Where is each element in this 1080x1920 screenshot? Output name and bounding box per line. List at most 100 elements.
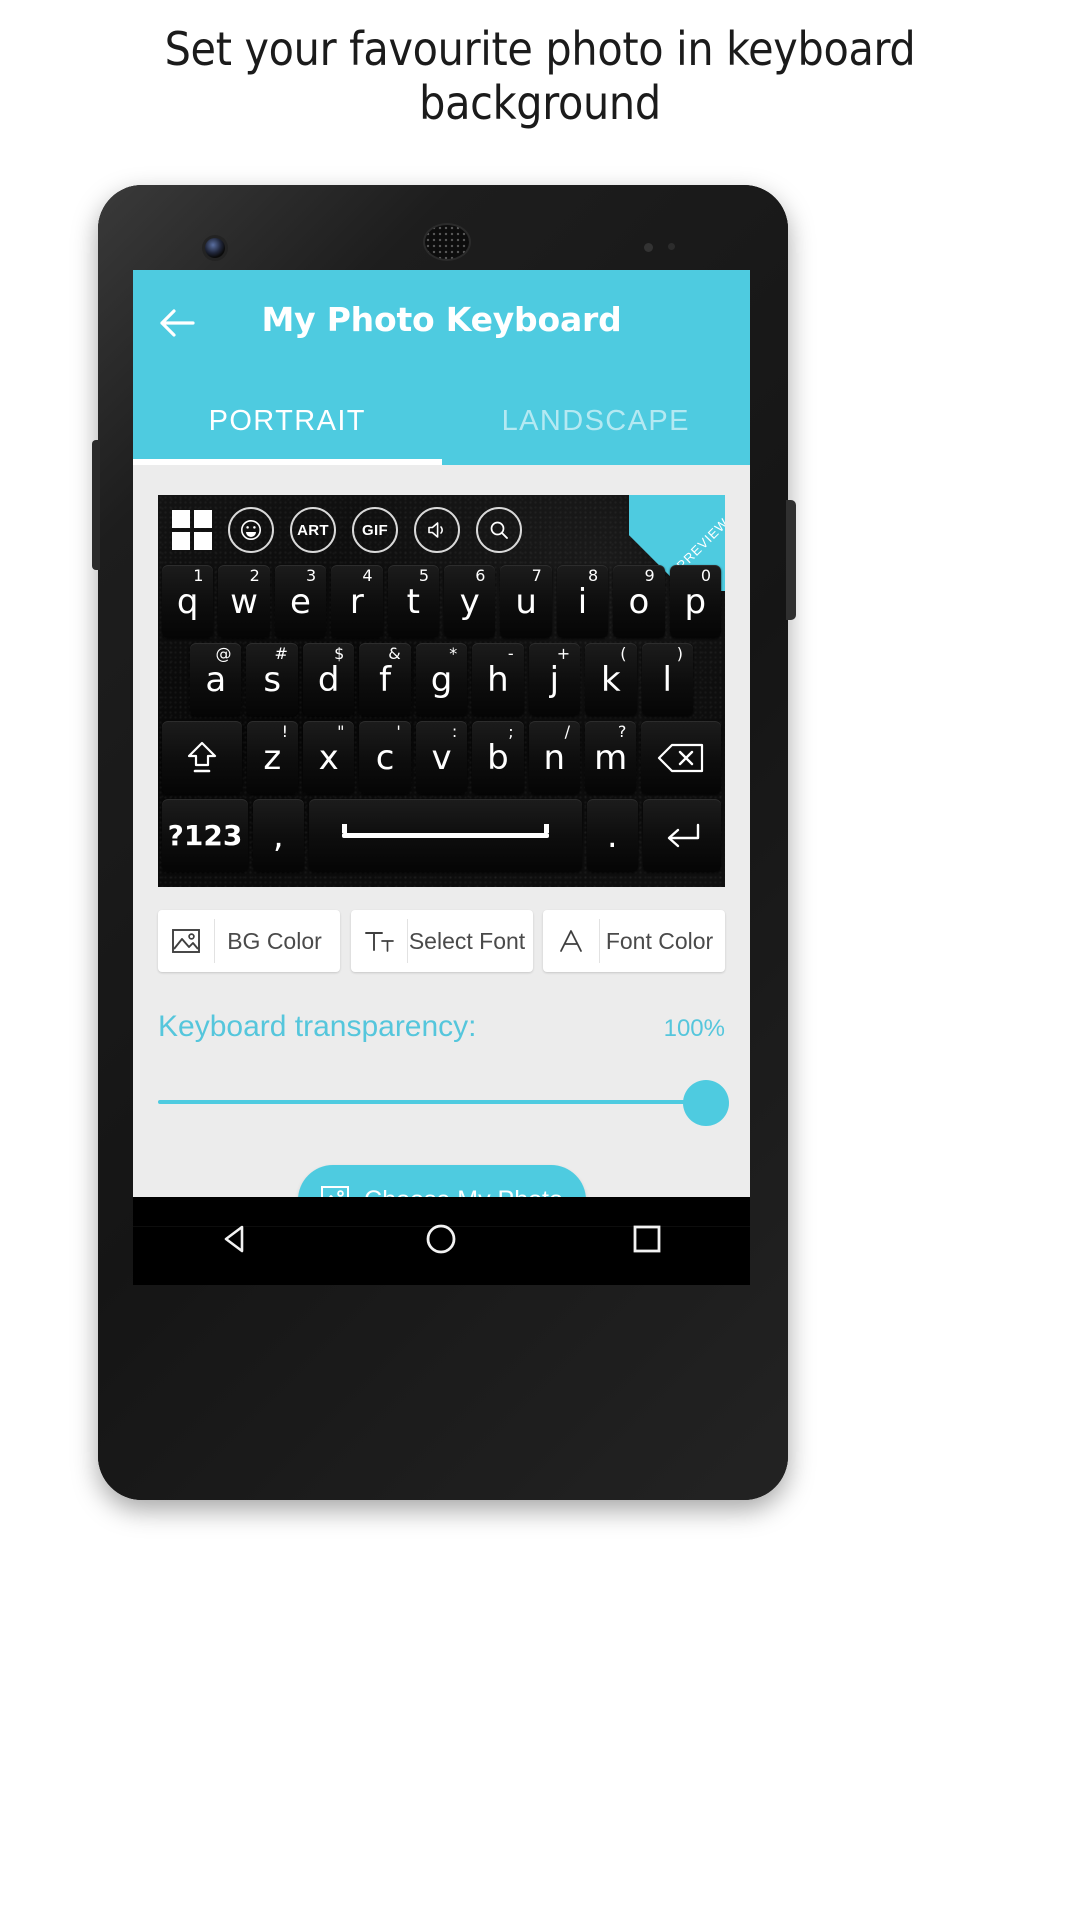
key-space[interactable] bbox=[308, 799, 582, 872]
key-d[interactable]: $ d bbox=[302, 643, 355, 716]
transparency-label: Keyboard transparency: bbox=[158, 1010, 477, 1043]
search-icon[interactable] bbox=[476, 507, 522, 553]
divider bbox=[133, 1226, 750, 1227]
phone-power-button bbox=[786, 500, 796, 620]
android-navigation-bar bbox=[133, 1197, 750, 1285]
content-area: ART GIF PREVIEW 1 q 2 w 3 e 4 r 5 t 6 y … bbox=[133, 465, 750, 1285]
key-e[interactable]: 3e bbox=[274, 565, 327, 638]
light-sensor-icon bbox=[668, 243, 675, 250]
font-color-button[interactable]: Font Color bbox=[543, 910, 725, 972]
select-font-label: Select Font bbox=[408, 927, 526, 954]
art-icon[interactable]: ART bbox=[290, 507, 336, 553]
promo-headline: Set your favourite photo in keyboard bac… bbox=[164, 22, 916, 131]
key-g[interactable]: * g bbox=[415, 643, 468, 716]
key-i[interactable]: 8i bbox=[556, 565, 609, 638]
key-j[interactable]: + j bbox=[528, 643, 581, 716]
text-format-icon bbox=[351, 926, 407, 956]
key-sup: ; bbox=[508, 722, 514, 741]
font-color-label: Font Color bbox=[605, 927, 714, 954]
key-sup: 9 bbox=[644, 566, 655, 585]
key-sup: 6 bbox=[475, 566, 486, 585]
keyboard-toolbar: ART GIF PREVIEW bbox=[158, 495, 725, 591]
phone-left-button bbox=[92, 440, 100, 570]
sound-icon[interactable] bbox=[414, 507, 460, 553]
key-x[interactable]: " x bbox=[303, 721, 355, 794]
key-label: r bbox=[349, 581, 364, 622]
key-comma[interactable]: , bbox=[253, 799, 304, 872]
key-v[interactable]: :v bbox=[415, 721, 468, 794]
key-t[interactable]: 5t bbox=[387, 565, 439, 638]
key-label: l bbox=[662, 659, 672, 700]
key-sup: + bbox=[556, 644, 571, 663]
select-font-button[interactable]: Select Font bbox=[350, 910, 533, 972]
keyboard-preview[interactable]: ART GIF PREVIEW 1 q 2 w 3 e 4 r 5 t 6 y … bbox=[158, 495, 725, 887]
key-label: w bbox=[230, 581, 258, 622]
key-label: h bbox=[487, 659, 509, 700]
key-sup: 7 bbox=[531, 566, 542, 585]
key-q[interactable]: 1q bbox=[161, 565, 214, 638]
key-c[interactable]: ' c bbox=[359, 721, 411, 794]
key-label: n bbox=[543, 737, 566, 778]
key-sup: * bbox=[449, 644, 458, 663]
key-p[interactable]: 0p bbox=[669, 565, 722, 638]
key-label: z bbox=[263, 737, 282, 778]
key-label: c bbox=[375, 737, 395, 778]
backspace-icon[interactable] bbox=[641, 721, 722, 794]
key-label: x bbox=[318, 737, 339, 778]
key-label: u bbox=[515, 581, 537, 622]
key-sup: / bbox=[564, 722, 570, 741]
slider-thumb[interactable] bbox=[683, 1080, 729, 1126]
proximity-sensor-icon bbox=[644, 243, 653, 252]
phone-screen: My Photo Keyboard PORTRAIT LANDSCAPE ART… bbox=[133, 270, 750, 1285]
key-symbols[interactable]: ?123 bbox=[162, 799, 249, 872]
earpiece-speaker-icon bbox=[425, 225, 469, 259]
key-sup: ( bbox=[620, 644, 627, 663]
emoji-icon[interactable] bbox=[228, 507, 274, 553]
key-w[interactable]: 2w bbox=[218, 565, 270, 638]
key-sup: 3 bbox=[306, 566, 317, 585]
key-sup: ) bbox=[676, 644, 683, 663]
tab-bar: PORTRAIT LANDSCAPE bbox=[133, 377, 750, 465]
key-o[interactable]: 9o bbox=[613, 565, 665, 638]
key-u[interactable]: 7u bbox=[500, 565, 552, 638]
keyboard-row: ?123 , . bbox=[162, 799, 721, 872]
page-title: My Photo Keyboard bbox=[261, 300, 622, 339]
key-sup: - bbox=[507, 644, 514, 663]
key-sup: 0 bbox=[700, 566, 712, 585]
key-h[interactable]: -h bbox=[472, 643, 524, 716]
key-n[interactable]: / n bbox=[528, 721, 580, 794]
key-sup: " bbox=[337, 722, 345, 741]
key-label: o bbox=[628, 581, 650, 622]
key-m[interactable]: ? m bbox=[584, 721, 637, 794]
tab-portrait[interactable]: PORTRAIT bbox=[133, 377, 442, 465]
key-r[interactable]: 4r bbox=[331, 565, 383, 638]
gif-icon[interactable]: GIF bbox=[352, 507, 398, 553]
grid-icon[interactable] bbox=[172, 510, 212, 550]
enter-icon[interactable] bbox=[642, 799, 721, 872]
transparency-slider[interactable] bbox=[158, 1080, 729, 1126]
key-label: a bbox=[205, 659, 227, 700]
key-label: i bbox=[577, 581, 588, 622]
key-a[interactable]: @ a bbox=[190, 643, 242, 716]
keyboard-rows: 1q 2w 3e 4r 5t 6y 7u 8i 9o 0p @ a # s $ d &… bbox=[158, 565, 725, 872]
app-bar: My Photo Keyboard bbox=[133, 270, 750, 377]
key-k[interactable]: (k bbox=[585, 643, 637, 716]
font-color-icon bbox=[543, 926, 599, 956]
key-label: k bbox=[600, 659, 621, 700]
key-l[interactable]: ) l bbox=[641, 643, 693, 716]
shift-icon[interactable] bbox=[161, 721, 242, 794]
key-z[interactable]: ! z bbox=[246, 721, 299, 794]
key-sup: & bbox=[388, 644, 401, 663]
key-period[interactable]: . bbox=[586, 799, 638, 872]
key-y[interactable]: 6y bbox=[444, 565, 496, 638]
bg-color-button[interactable]: BG Color bbox=[158, 910, 340, 972]
key-s[interactable]: # s bbox=[246, 643, 298, 716]
key-sup: 4 bbox=[362, 566, 373, 585]
key-label: g bbox=[430, 659, 453, 700]
front-camera-icon bbox=[205, 238, 225, 258]
tab-landscape[interactable]: LANDSCAPE bbox=[442, 377, 751, 465]
key-sup: ! bbox=[281, 722, 289, 741]
key-b[interactable]: ; b bbox=[472, 721, 524, 794]
key-label: v bbox=[431, 737, 452, 778]
key-f[interactable]: & f bbox=[359, 643, 411, 716]
